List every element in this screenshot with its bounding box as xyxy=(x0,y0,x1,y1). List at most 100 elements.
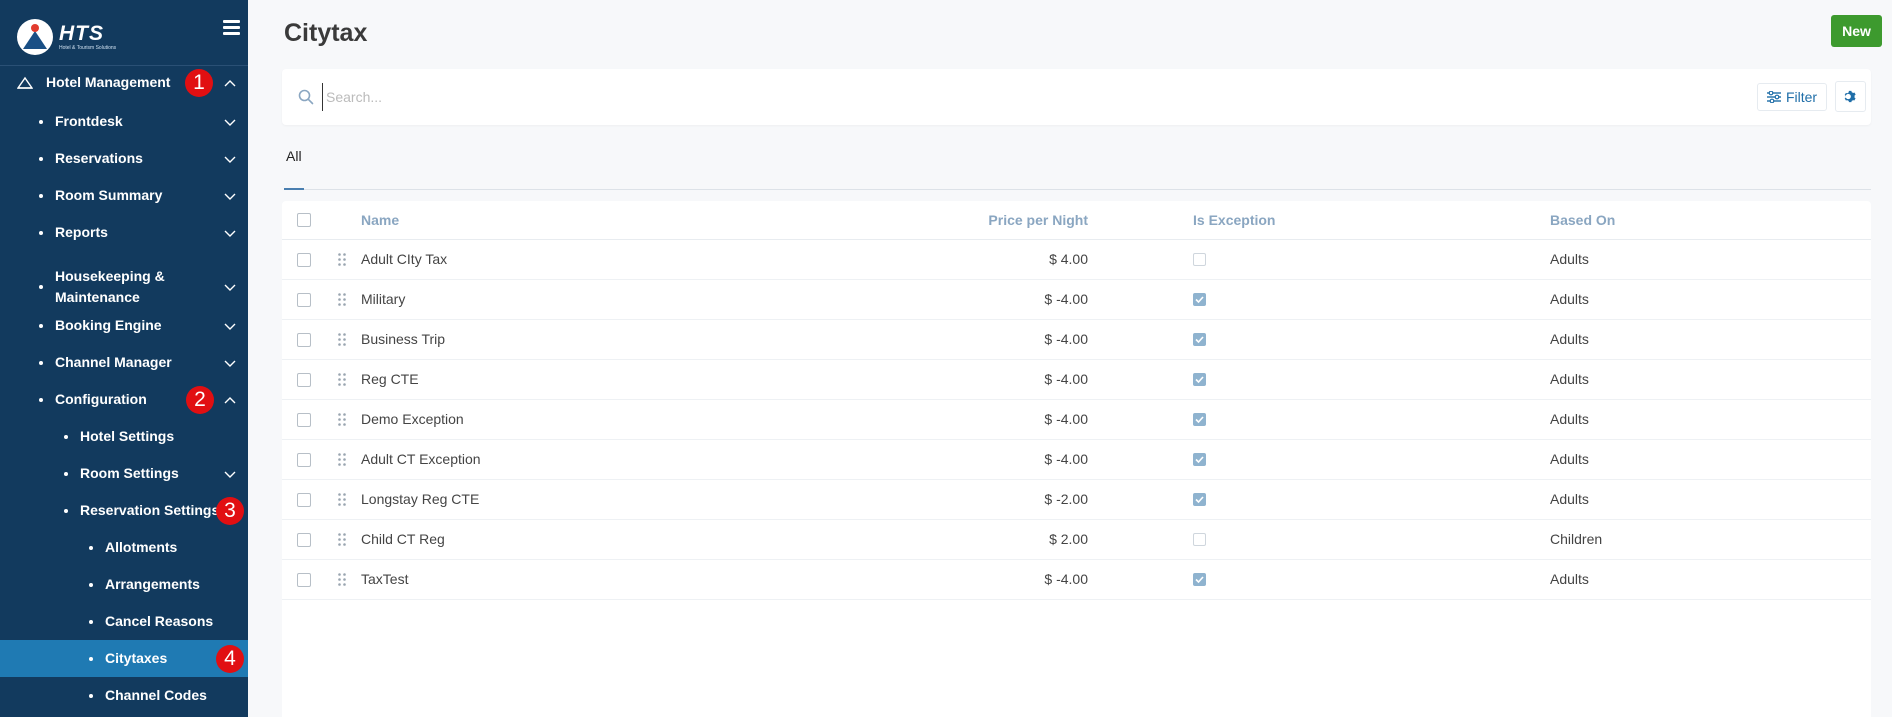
drag-handle-icon[interactable] xyxy=(337,372,347,387)
cell-name[interactable]: Adult CT Exception xyxy=(361,451,481,467)
filter-label: Filter xyxy=(1785,89,1818,105)
sidebar-item-citytaxes[interactable]: Citytaxes 4 xyxy=(0,640,248,677)
step-badge: 1 xyxy=(185,68,213,97)
drag-handle-icon[interactable] xyxy=(337,532,347,547)
exception-checked-icon xyxy=(1193,493,1206,506)
row-checkbox[interactable] xyxy=(297,293,311,307)
sidebar-item-label: Room Summary xyxy=(55,187,163,203)
bullet-icon xyxy=(89,582,93,587)
sidebar-item-room-summary[interactable]: Room Summary xyxy=(0,177,248,214)
sidebar-item-hotel-management[interactable]: Hotel Management 1 xyxy=(0,66,248,99)
sidebar-item-label: Citytaxes xyxy=(105,650,168,666)
sidebar-item-booking-engine[interactable]: Booking Engine xyxy=(0,307,248,344)
cell-name[interactable]: Reg CTE xyxy=(361,371,419,387)
cell-name[interactable]: Longstay Reg CTE xyxy=(361,491,479,507)
filter-button[interactable]: Filter xyxy=(1757,83,1827,111)
chevron-up-icon[interactable] xyxy=(224,394,236,406)
table-row[interactable]: Longstay Reg CTE $ -2.00 Adults xyxy=(282,480,1871,520)
drag-handle-icon[interactable] xyxy=(337,572,347,587)
sidebar-item-cancel-reasons[interactable]: Cancel Reasons xyxy=(0,603,248,640)
chevron-down-icon[interactable] xyxy=(224,320,236,332)
cell-based-on: Adults xyxy=(1550,451,1589,467)
drag-handle-icon[interactable] xyxy=(337,492,347,507)
table-row[interactable]: Demo Exception $ -4.00 Adults xyxy=(282,400,1871,440)
sidebar-item-channel-codes[interactable]: Channel Codes xyxy=(0,677,248,714)
sidebar-item-reservation-settings[interactable]: Reservation Settings 3 xyxy=(0,492,248,529)
row-checkbox[interactable] xyxy=(297,333,311,347)
table-row[interactable]: Adult CT Exception $ -4.00 Adults xyxy=(282,440,1871,480)
cell-name[interactable]: TaxTest xyxy=(361,571,408,587)
chevron-down-icon[interactable] xyxy=(224,227,236,239)
logo-brand: HTS xyxy=(59,21,104,45)
chevron-down-icon[interactable] xyxy=(224,153,236,165)
drag-handle-icon[interactable] xyxy=(337,332,347,347)
column-header-name[interactable]: Name xyxy=(361,212,399,228)
table-row[interactable]: Business Trip $ -4.00 Adults xyxy=(282,320,1871,360)
cell-price: $ -4.00 xyxy=(1044,291,1088,307)
row-checkbox[interactable] xyxy=(297,413,311,427)
logo[interactable]: HTS Hotel & Tourism Solutions xyxy=(17,19,116,55)
exception-checked-icon xyxy=(1193,573,1206,586)
drag-handle-icon[interactable] xyxy=(337,452,347,467)
row-checkbox[interactable] xyxy=(297,253,311,267)
bullet-icon xyxy=(64,508,68,513)
sidebar-item-frontdesk[interactable]: Frontdesk xyxy=(0,103,248,140)
bullet-icon xyxy=(39,285,43,289)
hamburger-menu-icon[interactable] xyxy=(223,20,240,35)
sidebar-item-label: Housekeeping & Maintenance xyxy=(55,268,165,305)
filter-icon xyxy=(1766,91,1781,103)
cell-name[interactable]: Demo Exception xyxy=(361,411,464,427)
cell-price: $ -4.00 xyxy=(1044,411,1088,427)
new-button[interactable]: New xyxy=(1831,15,1882,47)
row-checkbox[interactable] xyxy=(297,493,311,507)
chevron-down-icon[interactable] xyxy=(224,281,236,293)
column-header-exception[interactable]: Is Exception xyxy=(1193,212,1275,228)
select-all-checkbox[interactable] xyxy=(297,213,311,227)
sidebar-item-arrangements[interactable]: Arrangements xyxy=(0,566,248,603)
chevron-up-icon[interactable] xyxy=(224,77,236,89)
row-checkbox[interactable] xyxy=(297,453,311,467)
table-row[interactable]: Military $ -4.00 Adults xyxy=(282,280,1871,320)
sidebar-item-housekeeping-maintenance[interactable]: Housekeeping & Maintenance xyxy=(0,260,248,314)
sidebar-item-label: Frontdesk xyxy=(55,113,123,129)
search-icon xyxy=(298,89,314,105)
sidebar-item-label: Channel Codes xyxy=(105,687,207,703)
drag-handle-icon[interactable] xyxy=(337,412,347,427)
exception-unchecked-icon xyxy=(1193,253,1206,266)
chevron-down-icon[interactable] xyxy=(224,190,236,202)
sidebar-item-allotments[interactable]: Allotments xyxy=(0,529,248,566)
row-checkbox[interactable] xyxy=(297,533,311,547)
sidebar-item-reports[interactable]: Reports xyxy=(0,214,248,251)
sidebar-item-label: Configuration xyxy=(55,391,147,407)
chevron-down-icon[interactable] xyxy=(224,357,236,369)
cell-name[interactable]: Child CT Reg xyxy=(361,531,445,547)
drag-handle-icon[interactable] xyxy=(337,252,347,267)
cell-based-on: Adults xyxy=(1550,491,1589,507)
cell-name[interactable]: Business Trip xyxy=(361,331,445,347)
table-row[interactable]: Reg CTE $ -4.00 Adults xyxy=(282,360,1871,400)
table-row[interactable]: Adult CIty Tax $ 4.00 Adults xyxy=(282,240,1871,280)
cell-name[interactable]: Adult CIty Tax xyxy=(361,251,447,267)
cell-name[interactable]: Military xyxy=(361,291,405,307)
search-bar: Filter xyxy=(282,69,1871,125)
chevron-down-icon[interactable] xyxy=(224,468,236,480)
chevron-down-icon[interactable] xyxy=(224,116,236,128)
row-checkbox[interactable] xyxy=(297,373,311,387)
bullet-icon xyxy=(39,230,43,235)
bullet-icon xyxy=(39,323,43,328)
search-input[interactable] xyxy=(322,83,1422,111)
table-row[interactable]: Child CT Reg $ 2.00 Children xyxy=(282,520,1871,560)
settings-button[interactable] xyxy=(1835,81,1866,112)
column-header-price[interactable]: Price per Night xyxy=(988,212,1088,228)
sidebar-item-room-settings[interactable]: Room Settings xyxy=(0,455,248,492)
sidebar-item-channel-manager[interactable]: Channel Manager xyxy=(0,344,248,381)
sidebar-item-label: Arrangements xyxy=(105,576,200,592)
column-header-based-on[interactable]: Based On xyxy=(1550,212,1615,228)
tab-all[interactable]: All xyxy=(284,146,304,166)
sidebar-item-reservations[interactable]: Reservations xyxy=(0,140,248,177)
table-row[interactable]: TaxTest $ -4.00 Adults xyxy=(282,560,1871,600)
drag-handle-icon[interactable] xyxy=(337,292,347,307)
sidebar-item-configuration[interactable]: Configuration 2 xyxy=(0,381,248,418)
row-checkbox[interactable] xyxy=(297,573,311,587)
sidebar-item-hotel-settings[interactable]: Hotel Settings xyxy=(0,418,248,455)
